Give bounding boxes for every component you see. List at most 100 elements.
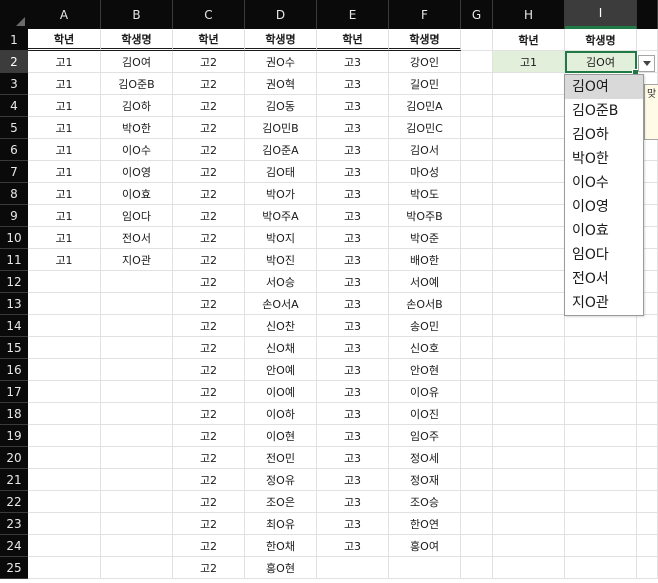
- grade-cell[interactable]: 고2: [173, 381, 245, 403]
- row-header-5[interactable]: 5: [0, 117, 28, 139]
- grade-cell[interactable]: 고1: [28, 249, 101, 271]
- cell[interactable]: [637, 337, 658, 359]
- cell[interactable]: [461, 315, 493, 337]
- student-name-cell[interactable]: 신O호: [389, 337, 461, 359]
- grade-cell[interactable]: 고3: [317, 249, 389, 271]
- header-cell-i[interactable]: 학생명: [565, 29, 637, 51]
- row-header-9[interactable]: 9: [0, 205, 28, 227]
- student-name-cell[interactable]: 최O유: [245, 513, 317, 535]
- cell[interactable]: [637, 447, 658, 469]
- cell[interactable]: [565, 535, 637, 557]
- cell[interactable]: [565, 425, 637, 447]
- cell[interactable]: [461, 117, 493, 139]
- header-cell-h[interactable]: 학년: [493, 29, 565, 51]
- grade-cell[interactable]: 고3: [317, 161, 389, 183]
- student-name-cell[interactable]: 김O민A: [389, 95, 461, 117]
- student-name-cell[interactable]: 박O지: [245, 227, 317, 249]
- student-name-cell[interactable]: 이O영: [101, 161, 173, 183]
- cell[interactable]: [493, 381, 565, 403]
- column-header-e[interactable]: E: [317, 0, 389, 29]
- cell[interactable]: [493, 315, 565, 337]
- grade-cell[interactable]: 고3: [317, 425, 389, 447]
- cell[interactable]: [565, 315, 637, 337]
- grade-cell[interactable]: 고2: [173, 469, 245, 491]
- header-cell-f[interactable]: 학생명: [389, 29, 461, 51]
- header-cell-e[interactable]: 학년: [317, 29, 389, 51]
- student-name-cell[interactable]: 안O예: [245, 359, 317, 381]
- student-name-cell[interactable]: 길O민: [389, 73, 461, 95]
- cell[interactable]: [101, 315, 173, 337]
- cell[interactable]: [461, 73, 493, 95]
- cell[interactable]: [637, 491, 658, 513]
- grade-cell[interactable]: 고2: [173, 271, 245, 293]
- cell[interactable]: [461, 491, 493, 513]
- cell[interactable]: [565, 447, 637, 469]
- grade-cell[interactable]: 고3: [317, 315, 389, 337]
- grade-cell[interactable]: 고3: [317, 359, 389, 381]
- row-header-14[interactable]: 14: [0, 315, 28, 337]
- grade-cell[interactable]: 고2: [173, 117, 245, 139]
- column-header-c[interactable]: C: [173, 0, 245, 29]
- cell[interactable]: [637, 425, 658, 447]
- cell[interactable]: [461, 205, 493, 227]
- row-header-18[interactable]: 18: [0, 403, 28, 425]
- grade-cell[interactable]: 고2: [173, 557, 245, 579]
- row-header-1[interactable]: 1: [0, 29, 28, 51]
- cell[interactable]: [637, 381, 658, 403]
- cell[interactable]: [101, 271, 173, 293]
- cell[interactable]: [101, 469, 173, 491]
- student-name-cell[interactable]: 이O유: [389, 381, 461, 403]
- row-header-16[interactable]: 16: [0, 359, 28, 381]
- cell[interactable]: [28, 337, 101, 359]
- column-header-i[interactable]: I: [565, 0, 637, 29]
- student-name-cell[interactable]: 임O주: [389, 425, 461, 447]
- cell[interactable]: [461, 183, 493, 205]
- column-header-h[interactable]: H: [493, 0, 565, 29]
- cell[interactable]: [565, 359, 637, 381]
- cell[interactable]: [101, 403, 173, 425]
- cell[interactable]: [28, 381, 101, 403]
- cell[interactable]: [28, 513, 101, 535]
- grade-cell[interactable]: 고2: [173, 73, 245, 95]
- cell[interactable]: [565, 469, 637, 491]
- cell[interactable]: [637, 315, 658, 337]
- cell[interactable]: [101, 557, 173, 579]
- cell[interactable]: [28, 425, 101, 447]
- grade-cell[interactable]: 고3: [317, 381, 389, 403]
- row-header-24[interactable]: 24: [0, 535, 28, 557]
- grade-cell[interactable]: 고3: [317, 491, 389, 513]
- lookup-grade-cell[interactable]: 고1: [493, 51, 565, 73]
- student-name-cell[interactable]: 서O승: [245, 271, 317, 293]
- cell[interactable]: [493, 139, 565, 161]
- cell[interactable]: [461, 513, 493, 535]
- grade-cell[interactable]: 고1: [28, 117, 101, 139]
- cell[interactable]: [461, 337, 493, 359]
- lookup-name-cell[interactable]: 김O여: [565, 51, 637, 73]
- student-name-cell[interactable]: 박O주B: [389, 205, 461, 227]
- student-name-cell[interactable]: 이O효: [101, 183, 173, 205]
- grade-cell[interactable]: 고2: [173, 535, 245, 557]
- cell[interactable]: [461, 425, 493, 447]
- dropdown-option[interactable]: 임O다: [565, 243, 643, 267]
- row-header-11[interactable]: 11: [0, 249, 28, 271]
- student-name-cell[interactable]: 안O현: [389, 359, 461, 381]
- spreadsheet-grid[interactable]: A B C D E F G H I 1 2 3 4 5 6 7 8 9 10 11 12 13 14 15 16 17 18 19 20…: [0, 0, 658, 583]
- grade-cell[interactable]: 고2: [173, 403, 245, 425]
- cell[interactable]: [493, 491, 565, 513]
- cell[interactable]: [28, 491, 101, 513]
- cell[interactable]: [28, 271, 101, 293]
- grade-cell[interactable]: 고2: [173, 205, 245, 227]
- grade-cell[interactable]: 고1: [28, 139, 101, 161]
- student-name-cell[interactable]: 지O관: [101, 249, 173, 271]
- cell[interactable]: [461, 293, 493, 315]
- cell[interactable]: [101, 447, 173, 469]
- row-header-12[interactable]: 12: [0, 271, 28, 293]
- cell[interactable]: [317, 557, 389, 579]
- cell[interactable]: [637, 469, 658, 491]
- grade-cell[interactable]: 고3: [317, 139, 389, 161]
- grade-cell[interactable]: 고3: [317, 51, 389, 73]
- column-header-a[interactable]: A: [28, 0, 101, 29]
- cell[interactable]: [101, 337, 173, 359]
- grade-cell[interactable]: 고3: [317, 183, 389, 205]
- cell[interactable]: [28, 447, 101, 469]
